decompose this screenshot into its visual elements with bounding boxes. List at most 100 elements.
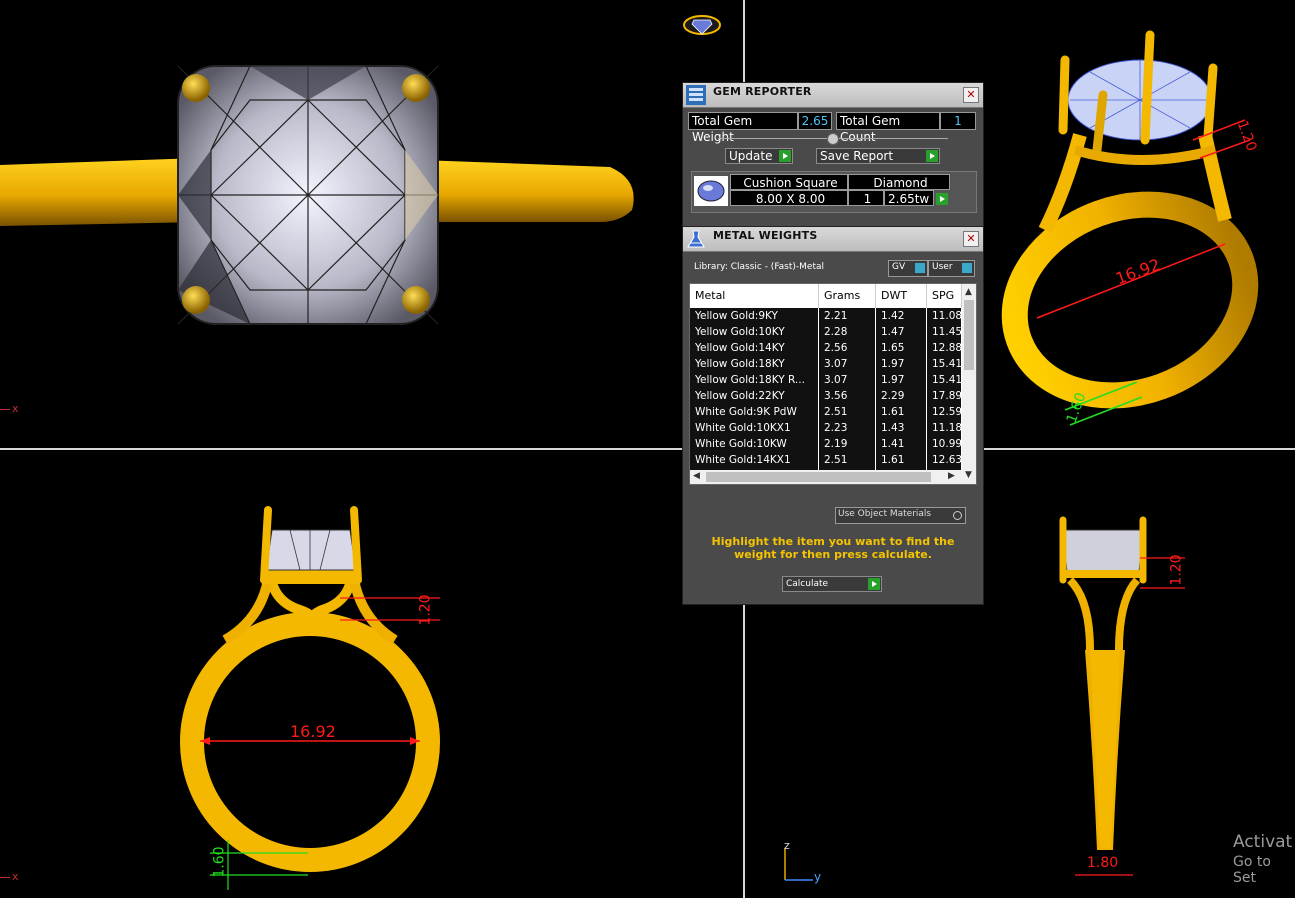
gem-reporter-titlebar[interactable]: GEM REPORTER ✕ (683, 83, 983, 108)
table-row[interactable]: Yellow Gold:10KY 2.28 1.47 11.45 (690, 324, 962, 341)
cell-spg: 10.99 (927, 436, 962, 452)
close-icon[interactable]: ✕ (963, 87, 979, 103)
cell-spg: 15.41 (927, 356, 962, 372)
save-report-button[interactable]: Save Report (816, 148, 940, 164)
cell-spg: 11.45 (927, 324, 962, 340)
activation-watermark-line1: Activat (1233, 832, 1293, 852)
cell-metal: White Gold:9K PdW (690, 404, 819, 420)
metal-weights-table[interactable]: Metal Grams DWT SPG Yellow Gold:9KY 2.21 1… (689, 283, 977, 485)
update-button-label: Update (729, 149, 773, 163)
dimension-prong: 1.20 (417, 594, 434, 626)
use-object-materials-label: Use Object Materials (838, 509, 932, 519)
cell-grams: 2.19 (819, 436, 876, 452)
scroll-thumb[interactable] (964, 300, 974, 370)
metal-weights-panel: METAL WEIGHTS ✕ Library: Classic - (Fast… (682, 226, 984, 605)
cell-grams: 2.51 (819, 452, 876, 468)
cell-grams: 3.56 (819, 388, 876, 404)
gem-count: 1 (848, 190, 884, 206)
cell-spg: 11.18 (927, 420, 962, 436)
gem-material: Diamond (848, 174, 950, 190)
column-header-grams[interactable]: Grams (819, 284, 876, 308)
play-icon (926, 150, 938, 162)
table-row[interactable]: White Gold:10KW 2.19 1.41 10.99 (690, 436, 962, 453)
viewport-divider-horizontal[interactable] (0, 448, 1295, 450)
close-icon[interactable]: ✕ (963, 231, 979, 247)
ring-front-view (180, 506, 440, 890)
cell-dwt: 1.61 (876, 452, 927, 468)
cell-grams: 2.56 (819, 340, 876, 356)
table-row[interactable]: White Gold:14KX1 2.51 1.61 12.63 (690, 452, 962, 469)
axis-x-label: x (12, 870, 19, 883)
toggle-indicator-icon (962, 263, 972, 273)
total-gem-count-value: 1 (940, 112, 976, 130)
radio-icon (953, 511, 962, 520)
total-gem-weight-label: Total Gem Weight (688, 112, 798, 144)
scroll-down-icon[interactable]: ▼ (965, 470, 972, 480)
gem-toolbar-icon[interactable] (682, 12, 722, 38)
viewport-front[interactable]: 16.92 1.20 1.60 x (0, 450, 743, 898)
dimension-shank: 1.80 (1087, 855, 1119, 871)
cell-dwt: 1.47 (876, 324, 927, 340)
gem-detail-play-icon[interactable] (936, 193, 948, 205)
cell-metal: White Gold:10KW (690, 436, 819, 452)
scroll-thumb-horizontal[interactable] (706, 472, 931, 482)
table-row[interactable]: Yellow Gold:14KY 2.56 1.65 12.88 (690, 340, 962, 357)
cell-spg: 12.59 (927, 404, 962, 420)
cell-spg: 12.88 (927, 340, 962, 356)
activation-watermark-line2: Go to Set (1233, 854, 1271, 886)
horizontal-scrollbar[interactable]: ◀ ▶ (690, 470, 962, 484)
dimension-shank: 1.60 (211, 846, 228, 878)
gem-cut: Cushion Square (730, 174, 848, 190)
column-header-dwt[interactable]: DWT (876, 284, 927, 308)
column-header-metal[interactable]: Metal (690, 284, 819, 308)
dimension-prong: 1.20 (1168, 554, 1185, 586)
cell-dwt: 1.97 (876, 356, 927, 372)
gv-toggle[interactable]: GV (888, 260, 928, 277)
cell-dwt: 1.42 (876, 308, 927, 324)
update-button[interactable]: Update (725, 148, 793, 164)
cell-dwt: 1.97 (876, 372, 927, 388)
scroll-right-icon[interactable]: ▶ (948, 471, 955, 481)
cell-metal: Yellow Gold:10KY (690, 324, 819, 340)
table-row[interactable]: Yellow Gold:9KY 2.21 1.42 11.08 (690, 308, 962, 325)
scroll-left-icon[interactable]: ◀ (693, 471, 700, 481)
table-row[interactable]: Yellow Gold:18KY 3.07 1.97 15.41 (690, 356, 962, 373)
cell-spg: 11.08 (927, 308, 962, 324)
gem-reporter-title: GEM REPORTER (713, 85, 812, 98)
table-row[interactable]: White Gold:9K PdW 2.51 1.61 12.59 (690, 404, 962, 421)
cell-grams: 2.21 (819, 308, 876, 324)
cell-dwt: 2.29 (876, 388, 927, 404)
scroll-up-icon[interactable]: ▲ (965, 287, 972, 297)
play-icon (868, 578, 880, 590)
cell-metal: White Gold:14KX1 (690, 452, 819, 468)
table-row[interactable]: Yellow Gold:22KY 3.56 2.29 17.89 (690, 388, 962, 405)
cell-metal: Yellow Gold:14KY (690, 340, 819, 356)
axis-x-line (0, 409, 10, 410)
axis-z-label: z (784, 839, 790, 852)
metal-weights-titlebar[interactable]: METAL WEIGHTS ✕ (683, 227, 983, 252)
cell-spg: 17.89 (927, 388, 962, 404)
cell-dwt: 1.41 (876, 436, 927, 452)
cell-metal: Yellow Gold:18KY (690, 356, 819, 372)
zoom-slider-handle[interactable] (827, 133, 839, 145)
use-object-materials-toggle[interactable]: Use Object Materials (835, 507, 966, 524)
metal-weights-title: METAL WEIGHTS (713, 229, 818, 242)
play-icon (779, 150, 791, 162)
cell-metal: Yellow Gold:18KY R... (690, 372, 819, 388)
vertical-scrollbar[interactable]: ▲ ▼ (962, 284, 976, 484)
table-row[interactable]: Yellow Gold:18KY R... 3.07 1.97 15.41 (690, 372, 962, 389)
total-gem-count-label: Total Gem Count (836, 112, 940, 144)
gem-reporter-icon (686, 85, 706, 105)
pour-flask-icon (687, 230, 705, 248)
calculate-button[interactable]: Calculate (782, 576, 882, 592)
table-row[interactable]: White Gold:10KX1 2.23 1.43 11.18 (690, 420, 962, 437)
gem-row[interactable]: Cushion Square Diamond 8.00 X 8.00 1 2.6… (691, 171, 977, 213)
cell-spg: 15.41 (927, 372, 962, 388)
toggle-indicator-icon (915, 263, 925, 273)
user-toggle[interactable]: User (928, 260, 975, 277)
save-report-label: Save Report (820, 149, 894, 163)
library-label: Library: Classic - (Fast)-Metal (694, 262, 825, 272)
column-header-spg[interactable]: SPG (927, 284, 962, 308)
dimension-diameter: 16.92 (290, 722, 336, 741)
viewport-top[interactable]: x (0, 0, 743, 448)
